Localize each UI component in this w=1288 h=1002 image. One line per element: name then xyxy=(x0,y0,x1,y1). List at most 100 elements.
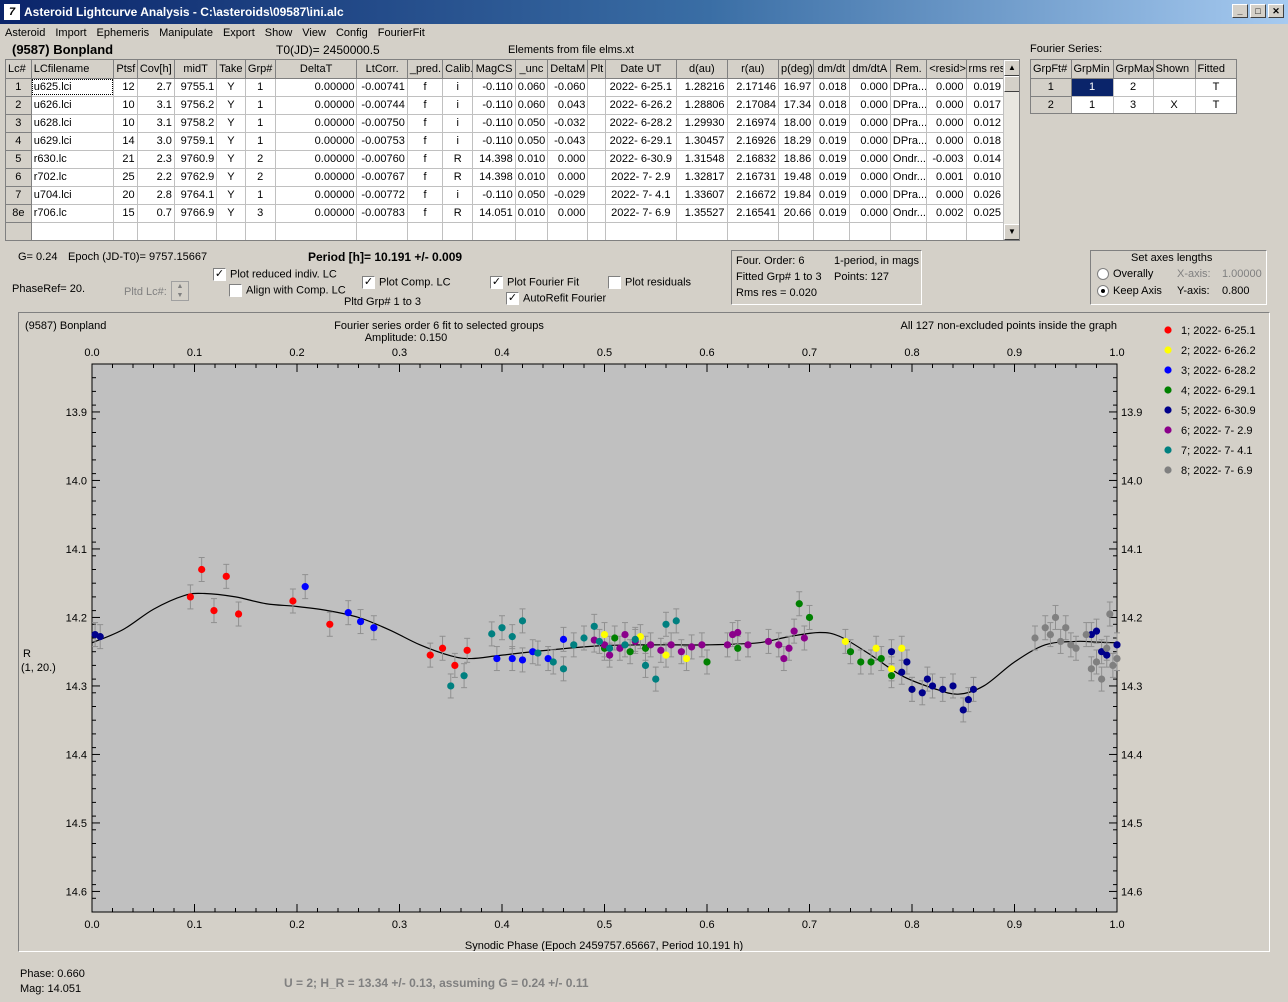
scroll-up-icon[interactable]: ▲ xyxy=(1004,60,1019,76)
table-cell[interactable]: 2022- 6-28.2 xyxy=(605,114,678,133)
table-cell[interactable]: 0.050 xyxy=(515,186,549,205)
table-row[interactable]: 2 u626.lci 10 3.1 9756.2 Y 1 0.00000 -0.00744 f i -… xyxy=(6,96,1005,115)
column-header[interactable]: Take xyxy=(216,60,246,79)
table-cell[interactable]: 9756.2 xyxy=(174,96,218,115)
table-cell[interactable]: 2.16672 xyxy=(727,186,779,205)
table-cell[interactable]: 14 xyxy=(113,132,138,151)
table-row[interactable]: 4 u629.lci 14 3.0 9759.1 Y 1 0.00000 -0.00753 f i -… xyxy=(6,132,1005,151)
table-cell[interactable]: 0.018 xyxy=(966,132,1005,151)
scroll-thumb[interactable] xyxy=(1004,76,1019,92)
table-cell[interactable] xyxy=(587,132,606,151)
fs-column-header[interactable]: Shown xyxy=(1153,60,1196,79)
title-bar[interactable]: 7 Asteroid Lightcurve Analysis - C:\aste… xyxy=(0,0,1288,24)
fs-cell[interactable]: 1 xyxy=(1071,96,1114,113)
pltd-lc-spinner[interactable]: ▲ ▼ xyxy=(171,281,189,301)
maximize-button[interactable]: □ xyxy=(1250,4,1266,18)
table-cell[interactable]: -0.110 xyxy=(472,78,516,97)
column-header[interactable]: Lc# xyxy=(6,60,32,79)
table-row[interactable]: 6 r702.lc 25 2.2 9762.9 Y 2 0.00000 -0.00767 f R 14… xyxy=(6,168,1005,187)
column-header[interactable]: MagCS xyxy=(472,60,516,79)
table-cell[interactable]: 10 xyxy=(113,96,138,115)
table-cell[interactable] xyxy=(587,204,606,223)
table-cell[interactable]: 5 xyxy=(6,150,32,169)
table-cell[interactable]: 3.0 xyxy=(137,132,175,151)
xaxis-value[interactable]: 1.00000 xyxy=(1222,268,1262,280)
column-header[interactable]: LCfilename xyxy=(31,60,115,79)
table-cell[interactable]: Y xyxy=(216,114,246,133)
table-cell[interactable]: f xyxy=(407,168,444,187)
table-cell[interactable]: 14.051 xyxy=(472,204,516,223)
fs-row[interactable]: 112T xyxy=(1031,78,1236,97)
table-cell[interactable]: 1.35527 xyxy=(676,204,728,223)
table-cell[interactable]: 2 xyxy=(6,96,32,115)
table-cell[interactable]: 0.060 xyxy=(515,78,549,97)
column-header[interactable]: rms res xyxy=(966,60,1005,79)
table-cell[interactable]: i xyxy=(442,186,474,205)
table-cell[interactable]: r706.lc xyxy=(31,204,115,223)
fs-cell[interactable]: 2 xyxy=(1113,78,1154,97)
table-cell[interactable]: R xyxy=(442,168,474,187)
table-cell[interactable]: 1.31548 xyxy=(676,150,728,169)
plot-comp-checkbox[interactable]: ✓ Plot Comp. LC xyxy=(362,276,451,289)
table-cell[interactable]: -0.043 xyxy=(547,132,589,151)
fs-cell[interactable]: T xyxy=(1195,78,1236,97)
fs-column-header[interactable]: GrpMax xyxy=(1113,60,1154,79)
table-cell[interactable]: 1.32817 xyxy=(676,168,728,187)
table-cell[interactable]: 0.000 xyxy=(849,168,891,187)
table-cell[interactable]: 14.398 xyxy=(472,168,516,187)
table-cell[interactable]: u704.lci xyxy=(31,186,115,205)
table-cell[interactable]: 0.000 xyxy=(926,114,967,133)
table-cell[interactable]: 2.17146 xyxy=(727,78,779,97)
column-header[interactable]: DeltaT xyxy=(275,60,358,79)
table-cell[interactable]: 2.16926 xyxy=(727,132,779,151)
table-cell[interactable] xyxy=(587,150,606,169)
table-cell[interactable]: 1 xyxy=(245,132,276,151)
table-cell[interactable]: 2.8 xyxy=(137,186,175,205)
table-cell[interactable]: 0.00000 xyxy=(275,96,358,115)
table-cell[interactable]: -0.00772 xyxy=(356,186,408,205)
table-cell[interactable]: 0.026 xyxy=(966,186,1005,205)
column-header[interactable]: Grp# xyxy=(245,60,276,79)
table-cell[interactable]: -0.00760 xyxy=(356,150,408,169)
table-cell[interactable]: 0.00000 xyxy=(275,186,358,205)
column-header[interactable]: Ptsf xyxy=(113,60,138,79)
fs-row[interactable]: 213XT xyxy=(1031,96,1236,113)
table-cell[interactable]: 0.043 xyxy=(547,96,589,115)
table-cell[interactable]: r702.lc xyxy=(31,168,115,187)
column-header[interactable]: dm/dt xyxy=(813,60,850,79)
table-cell[interactable]: 0.000 xyxy=(547,204,589,223)
table-cell[interactable]: 17.34 xyxy=(778,96,815,115)
table-cell[interactable]: 25 xyxy=(113,168,138,187)
table-cell[interactable]: 0.018 xyxy=(813,78,850,97)
table-cell[interactable]: f xyxy=(407,150,444,169)
table-cell[interactable]: 2 xyxy=(245,168,276,187)
table-cell[interactable]: 0.010 xyxy=(515,150,549,169)
column-header[interactable]: dm/dtA xyxy=(849,60,891,79)
table-cell[interactable]: Y xyxy=(216,168,246,187)
table-cell[interactable]: 3.1 xyxy=(137,114,175,133)
table-cell[interactable]: -0.00741 xyxy=(356,78,408,97)
table-cell[interactable]: 1.29930 xyxy=(676,114,728,133)
table-cell[interactable]: 0.00000 xyxy=(275,114,358,133)
table-cell[interactable]: 0.050 xyxy=(515,132,549,151)
table-cell[interactable]: 2.16974 xyxy=(727,114,779,133)
column-header[interactable]: Plt xyxy=(587,60,606,79)
table-cell[interactable]: f xyxy=(407,132,444,151)
table-cell[interactable]: 0.019 xyxy=(813,132,850,151)
table-cell[interactable]: 4 xyxy=(6,132,32,151)
table-cell[interactable]: 0.060 xyxy=(515,96,549,115)
table-cell[interactable]: 2022- 6-29.1 xyxy=(605,132,678,151)
table-cell[interactable]: -0.00744 xyxy=(356,96,408,115)
table-cell[interactable]: 8e xyxy=(6,204,32,223)
fs-cell[interactable]: 3 xyxy=(1113,96,1154,113)
table-cell[interactable]: 18.29 xyxy=(778,132,815,151)
table-cell[interactable]: 0.000 xyxy=(849,132,891,151)
table-cell[interactable]: 0.050 xyxy=(515,114,549,133)
table-cell[interactable] xyxy=(587,186,606,205)
table-cell[interactable]: DPra... xyxy=(890,186,928,205)
table-cell[interactable]: DPra... xyxy=(890,114,928,133)
table-cell[interactable]: Y xyxy=(216,186,246,205)
table-cell[interactable]: 16.97 xyxy=(778,78,815,97)
table-cell[interactable]: 9764.1 xyxy=(174,186,218,205)
table-row[interactable]: 8e r706.lc 15 0.7 9766.9 Y 3 0.00000 -0.00783 f R 1… xyxy=(6,204,1005,223)
